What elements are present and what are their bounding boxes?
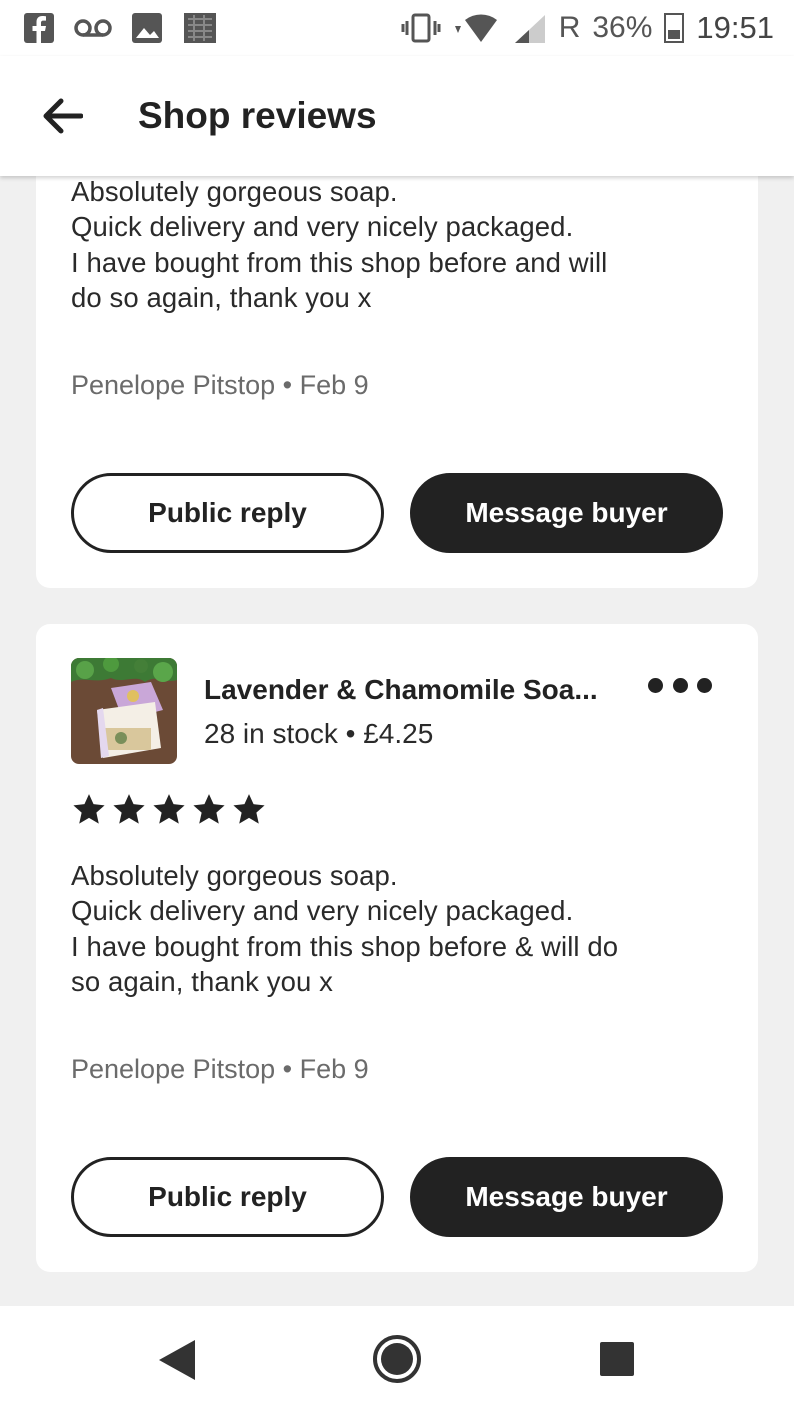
nav-back-icon[interactable] (157, 1338, 197, 1382)
reviewer-meta: Penelope Pitstop • Feb 9 (71, 1054, 369, 1084)
review-text-line: I have bought from this shop before & wi… (71, 930, 619, 962)
clock-time: 19:51 (696, 10, 774, 45)
battery-percent: 36% (592, 11, 653, 44)
notification-icons (24, 11, 218, 45)
product-title[interactable]: Lavender & Chamomile Soa... (204, 674, 598, 706)
back-button[interactable] (2, 56, 122, 176)
message-buyer-button[interactable]: Message buyer (410, 1157, 723, 1237)
more-options-button[interactable] (648, 670, 712, 700)
gallery-icon (132, 13, 162, 43)
nav-recents-icon[interactable] (600, 1342, 634, 1376)
product-thumbnail[interactable] (71, 658, 177, 764)
battery-icon (664, 13, 685, 43)
network-label: R (558, 11, 581, 44)
voicemail-icon (74, 19, 112, 37)
review-card: Absolutely gorgeous soap. Quick delivery… (36, 140, 758, 588)
facebook-icon (24, 13, 54, 43)
review-text-line: Absolutely gorgeous soap. (71, 176, 398, 207)
app-notification-icon (184, 13, 216, 43)
review-card: Lavender & Chamomile Soa... 28 in stock … (36, 624, 758, 1272)
review-text: Absolutely gorgeous soap. Quick delivery… (71, 174, 721, 315)
review-text-line: do so again, thank you x (71, 281, 372, 313)
app-bar: Shop reviews (0, 56, 794, 176)
status-bar: R 36% 19:51 (0, 0, 794, 56)
more-dot-icon (648, 677, 663, 693)
star-icon (193, 794, 225, 824)
reviewer-meta: Penelope Pitstop • Feb 9 (71, 370, 369, 400)
nav-home-icon[interactable] (372, 1334, 422, 1384)
product-stock-price: 28 in stock • £4.25 (204, 718, 434, 749)
public-reply-button[interactable]: Public reply (71, 473, 384, 553)
star-icon (153, 794, 185, 824)
arrow-left-icon (43, 98, 83, 134)
more-dot-icon (697, 677, 712, 693)
star-icon (113, 794, 145, 824)
review-text-line: Quick delivery and very nicely packaged. (71, 895, 574, 927)
star-rating (72, 792, 266, 826)
vibrate-icon (401, 13, 441, 43)
soap-image (71, 658, 177, 764)
review-text-line: Quick delivery and very nicely packaged. (71, 211, 574, 243)
system-status: R 36% 19:51 (401, 10, 774, 46)
review-text-line: so again, thank you x (71, 965, 333, 997)
system-nav-bar (0, 1306, 794, 1412)
public-reply-button[interactable]: Public reply (71, 1157, 384, 1237)
message-buyer-button[interactable]: Message buyer (410, 473, 723, 553)
wifi-icon (454, 14, 497, 42)
star-icon (73, 794, 105, 824)
page-title: Shop reviews (138, 95, 377, 136)
signal-icon (514, 15, 545, 43)
review-text-line: I have bought from this shop before and … (71, 246, 608, 278)
star-icon (233, 794, 265, 824)
review-text-line: Absolutely gorgeous soap. (71, 860, 398, 891)
review-text: Absolutely gorgeous soap. Quick delivery… (71, 858, 721, 999)
more-dot-icon (672, 677, 688, 693)
